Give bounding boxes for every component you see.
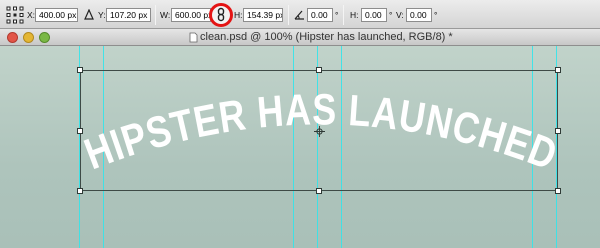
height-field[interactable]: 154.39 px — [243, 8, 283, 22]
rotate-field[interactable]: 0.00 — [307, 8, 333, 22]
horizontal-skew-field[interactable]: 0.00 — [361, 8, 387, 22]
y-position-field[interactable]: 107.20 px — [106, 8, 151, 22]
delta-icon[interactable] — [84, 9, 94, 20]
link-proportions-button[interactable] — [209, 3, 233, 27]
reference-point-icon[interactable] — [6, 6, 24, 24]
options-bar: X: 400.00 px Y: 107.20 px W: 600.00 px H… — [0, 0, 600, 29]
window-title: clean.psd @ 100% (Hipster has launched, … — [200, 31, 453, 43]
transform-handle-top-left[interactable] — [77, 67, 83, 73]
document-title-bar: clean.psd @ 100% (Hipster has launched, … — [0, 29, 600, 46]
h-label: H: — [234, 10, 243, 20]
width-field[interactable]: 600.00 px — [171, 8, 211, 22]
window-title-row: clean.psd @ 100% (Hipster has launched, … — [0, 30, 600, 45]
reference-point-center-icon[interactable] — [314, 126, 325, 137]
divider — [288, 5, 289, 25]
horizontal-skew-unit: ° — [389, 10, 393, 20]
vertical-skew-field[interactable]: 0.00 — [406, 8, 432, 22]
transform-handle-bottom[interactable] — [316, 188, 322, 194]
document-canvas[interactable]: HIPSTER HAS LAUNCHED — [0, 46, 600, 248]
w-label: W: — [160, 10, 171, 20]
document-icon — [189, 32, 198, 43]
x-label: X: — [27, 10, 36, 20]
link-icon — [217, 7, 225, 22]
divider — [343, 5, 344, 25]
transform-handle-bottom-left[interactable] — [77, 188, 83, 194]
angle-icon — [294, 10, 304, 20]
vertical-skew-label: V: — [396, 10, 404, 20]
transform-bounding-box[interactable] — [77, 67, 561, 194]
divider — [155, 5, 156, 25]
transform-handle-left[interactable] — [77, 128, 83, 134]
transform-handle-bottom-right[interactable] — [555, 188, 561, 194]
horizontal-skew-label: H: — [350, 10, 359, 20]
x-position-field[interactable]: 400.00 px — [35, 8, 78, 22]
y-label: Y: — [98, 10, 106, 20]
transform-handle-right[interactable] — [555, 128, 561, 134]
rotate-unit: ° — [335, 10, 339, 20]
transform-handle-top[interactable] — [316, 67, 322, 73]
transform-handle-top-right[interactable] — [555, 67, 561, 73]
vertical-skew-unit: ° — [434, 10, 438, 20]
